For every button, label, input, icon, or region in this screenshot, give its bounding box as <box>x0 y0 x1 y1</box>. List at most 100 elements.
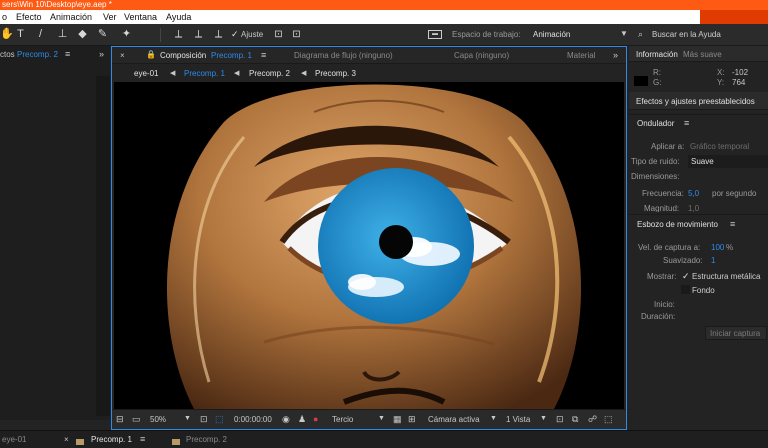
zoom-dropdown-arrow-icon[interactable]: ▼ <box>184 415 191 422</box>
wireframe-checkbox[interactable]: ✓ <box>682 271 690 282</box>
panel-menu-icon[interactable]: ≡ <box>730 219 735 229</box>
tab-composition-label[interactable]: Composición <box>160 51 206 60</box>
workspace-dropdown-arrow-icon[interactable]: ▼ <box>620 29 628 38</box>
capture-speed-value[interactable]: 100 <box>711 243 724 252</box>
breadcrumb-arrow-icon: ◀ <box>234 70 240 77</box>
resolution-dropdown[interactable]: Tercio <box>332 415 353 424</box>
comp-icon <box>76 437 88 447</box>
views-dropdown[interactable]: 1 Vista <box>506 415 530 424</box>
views-dropdown-arrow-icon[interactable]: ▼ <box>540 415 547 422</box>
workspace-swatch-icon[interactable]: ▬ <box>428 30 442 39</box>
color-channels-icon[interactable]: ● <box>313 414 318 424</box>
local-axis-icon[interactable]: ⟂ <box>172 28 185 41</box>
tab-smoother[interactable]: Más suave <box>683 50 722 59</box>
reset-exposure-icon[interactable]: ⬚ <box>604 414 613 425</box>
breadcrumb-precomp-3[interactable]: Precomp. 3 <box>315 69 356 78</box>
tab-composition-name[interactable]: Precomp. 1 <box>211 51 252 60</box>
world-axis-icon[interactable]: ⟂ <box>192 28 205 41</box>
timeline-icon[interactable]: ⧉ <box>572 414 578 425</box>
tab-flowchart[interactable]: Diagrama de flujo (ninguno) <box>294 51 393 60</box>
wiggler-noise-label: Tipo de ruido: <box>631 157 680 166</box>
toggle-pixel-aspect-icon[interactable]: ⊡ <box>556 414 564 425</box>
breadcrumb-precomp-1[interactable]: Precomp. 1 <box>184 69 225 78</box>
snapping-checkbox[interactable]: ✓ <box>231 29 239 40</box>
timeline-tab-precomp-1[interactable]: Precomp. 1 <box>91 435 132 444</box>
help-search-input[interactable]: Buscar en la Ayuda <box>652 30 721 39</box>
panel-menu-icon[interactable]: ≡ <box>65 49 70 59</box>
breadcrumb-eye-01[interactable]: eye-01 <box>134 69 158 78</box>
breadcrumb-arrow-icon: ◀ <box>301 70 307 77</box>
eye-character-artwork <box>114 82 624 409</box>
tab-footage[interactable]: Material <box>567 51 595 60</box>
close-window-button[interactable] <box>700 10 768 24</box>
tab-info[interactable]: Información <box>636 50 678 59</box>
puppet-pin-tool-icon[interactable]: ✦ <box>120 28 133 41</box>
lock-icon[interactable]: 🔒 <box>146 50 156 59</box>
flowchart-icon[interactable]: ☍ <box>588 414 597 425</box>
wiggler-apply-dropdown[interactable]: Gráfico temporal <box>690 142 749 151</box>
snapshot-icon[interactable]: ◉ <box>282 414 290 425</box>
smoothing-value[interactable]: 1 <box>711 256 715 265</box>
snap-edges-icon[interactable]: ⊡ <box>272 28 285 41</box>
brush-tool-icon[interactable]: / <box>34 28 47 41</box>
snap-features-icon[interactable]: ⊡ <box>290 28 303 41</box>
breadcrumb-precomp-2[interactable]: Precomp. 2 <box>249 69 290 78</box>
menu-ventana[interactable]: Ventana <box>124 10 157 24</box>
breadcrumb-arrow-icon: ◀ <box>170 70 176 77</box>
info-x-value: -102 <box>732 68 749 77</box>
roto-brush-tool-icon[interactable]: ✎ <box>96 28 109 41</box>
window-title-bar: sers\Win 10\Desktop\eye.aep * <box>0 0 768 10</box>
camera-dropdown-arrow-icon[interactable]: ▼ <box>490 415 497 422</box>
fit-frame-icon[interactable]: ⊡ <box>200 414 208 425</box>
tab-layer[interactable]: Capa (ninguno) <box>454 51 509 60</box>
menu-ayuda[interactable]: Ayuda <box>166 10 191 24</box>
start-capture-label: Iniciar captura <box>710 329 761 338</box>
close-tab-icon[interactable]: × <box>120 51 125 60</box>
tab-menu-icon[interactable]: ≡ <box>140 434 145 444</box>
menu-efecto[interactable]: Efecto <box>16 10 42 24</box>
composition-viewer[interactable] <box>114 82 624 409</box>
menu-ver[interactable]: Ver <box>103 10 117 24</box>
wiggler-title: Ondulador <box>637 119 675 128</box>
always-preview-icon[interactable]: ⊟ <box>116 414 124 425</box>
tools-toolbar: ✋ T / ⊥ ◆ ✎ ✦ ⟂ ⟂ ⟂ ✓ Ajuste ⊡ ⊡ ▬ Espac… <box>0 24 768 46</box>
effect-controls-scrollbar[interactable] <box>96 76 110 416</box>
wireframe-label: Estructura metálica <box>692 272 761 281</box>
close-tab-icon[interactable]: × <box>64 435 69 444</box>
region-of-interest-icon[interactable]: ⬚ <box>215 414 224 425</box>
type-tool-icon[interactable]: T <box>14 28 27 41</box>
monitor-icon[interactable]: ▭ <box>132 414 141 425</box>
timeline-tab-eye-01[interactable]: eye-01 <box>2 435 26 444</box>
workspace-label: Espacio de trabajo: <box>452 30 521 39</box>
search-icon[interactable]: ⌕ <box>638 29 643 40</box>
panel-overflow-icon[interactable]: » <box>99 49 104 59</box>
fast-preview-icon[interactable]: ⊞ <box>408 414 416 425</box>
smoothing-label: Suavizado: <box>663 256 703 265</box>
panel-overflow-icon[interactable]: » <box>613 50 618 60</box>
effect-controls-tab-layer[interactable]: Precomp. 2 <box>17 50 58 59</box>
effects-presets-title: Efectos y ajustes preestablecidos <box>636 97 755 106</box>
clone-stamp-tool-icon[interactable]: ⊥ <box>56 28 69 41</box>
toggle-transparency-grid-icon[interactable]: ▦ <box>393 414 402 425</box>
resolution-dropdown-arrow-icon[interactable]: ▼ <box>378 415 385 422</box>
menu-animacion[interactable]: Animación <box>50 10 92 24</box>
wiggler-magnitude-value[interactable]: 1,0 <box>688 204 699 212</box>
view-axis-icon[interactable]: ⟂ <box>212 28 225 41</box>
panel-menu-icon[interactable]: ≡ <box>684 118 689 128</box>
eraser-tool-icon[interactable]: ◆ <box>76 28 89 41</box>
hand-tool-icon[interactable]: ✋ <box>0 28 14 41</box>
info-g-label: G: <box>653 78 662 87</box>
show-snapshot-icon[interactable]: ♟ <box>298 414 306 425</box>
timecode-display[interactable]: 0:00:00:00 <box>234 415 272 424</box>
timeline-tab-precomp-2[interactable]: Precomp. 2 <box>186 435 227 444</box>
start-capture-button[interactable]: Iniciar captura <box>705 326 767 340</box>
camera-dropdown[interactable]: Cámara activa <box>428 415 480 424</box>
menu-archivo[interactable]: o <box>2 10 7 24</box>
workspace-dropdown[interactable]: Animación <box>533 30 570 39</box>
snapping-label: Ajuste <box>241 30 264 39</box>
effects-presets-header[interactable]: Efectos y ajustes preestablecidos <box>629 92 768 110</box>
tab-menu-icon[interactable]: ≡ <box>261 50 266 60</box>
background-checkbox[interactable] <box>681 285 690 294</box>
zoom-dropdown[interactable]: 50% <box>150 415 166 424</box>
wiggler-frequency-value[interactable]: 5,0 <box>688 189 699 198</box>
